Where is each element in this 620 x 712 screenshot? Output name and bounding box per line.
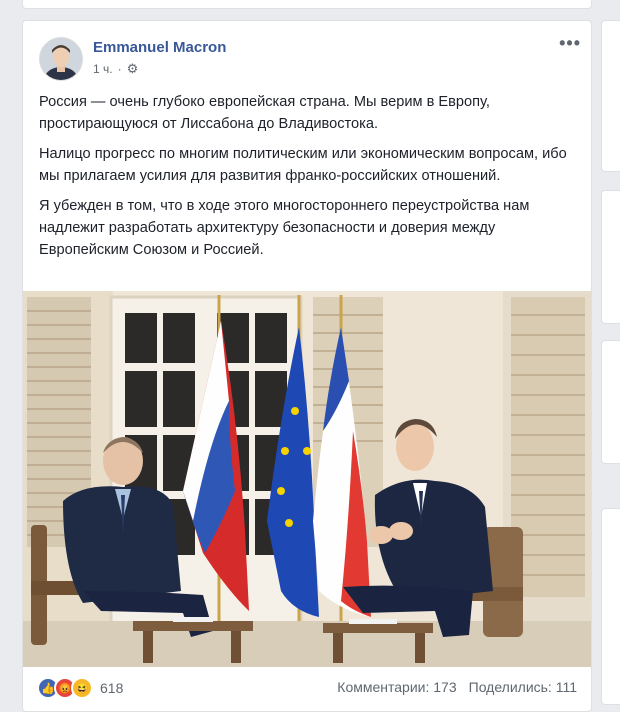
sidebar-card: [601, 20, 620, 172]
haha-icon: 😆: [71, 677, 93, 699]
more-options-button[interactable]: •••: [559, 33, 581, 54]
sidebar-card: [601, 508, 620, 705]
comments-count-link[interactable]: Комментарии: 173: [337, 679, 456, 695]
timestamp[interactable]: 1 ч.: [93, 62, 113, 76]
post-paragraph: Я убежден в том, что в ходе этого многос…: [39, 198, 530, 258]
post-paragraph: Налицо прогресс по многим политическим и…: [39, 146, 567, 184]
post-photo[interactable]: [23, 291, 591, 667]
reaction-count[interactable]: 618: [100, 680, 123, 696]
shares-count-link[interactable]: Поделились: 111: [469, 679, 577, 695]
sidebar-card: [601, 190, 620, 324]
post-text: Россия — очень глубоко европейская стран…: [39, 91, 579, 269]
gear-icon[interactable]: ⚙: [127, 61, 139, 77]
post-paragraph: Россия — очень глубоко европейская стран…: [39, 94, 490, 132]
post-card: Emmanuel Macron 1 ч. · ⚙ ••• Россия — оч…: [22, 20, 592, 712]
reactions-summary[interactable]: 👍 😡 😆 618: [37, 677, 123, 699]
previous-card-edge: [22, 0, 592, 9]
avatar[interactable]: [39, 37, 83, 81]
author-name[interactable]: Emmanuel Macron: [93, 39, 226, 56]
post-stats: Комментарии: 173 Поделились: 111: [337, 679, 577, 695]
separator-dot: ·: [117, 62, 122, 76]
sidebar-card: [601, 340, 620, 464]
post-footer: 👍 😡 😆 618 Комментарии: 173 Поделились: 1…: [23, 673, 591, 703]
post-meta: 1 ч. · ⚙: [93, 61, 138, 77]
